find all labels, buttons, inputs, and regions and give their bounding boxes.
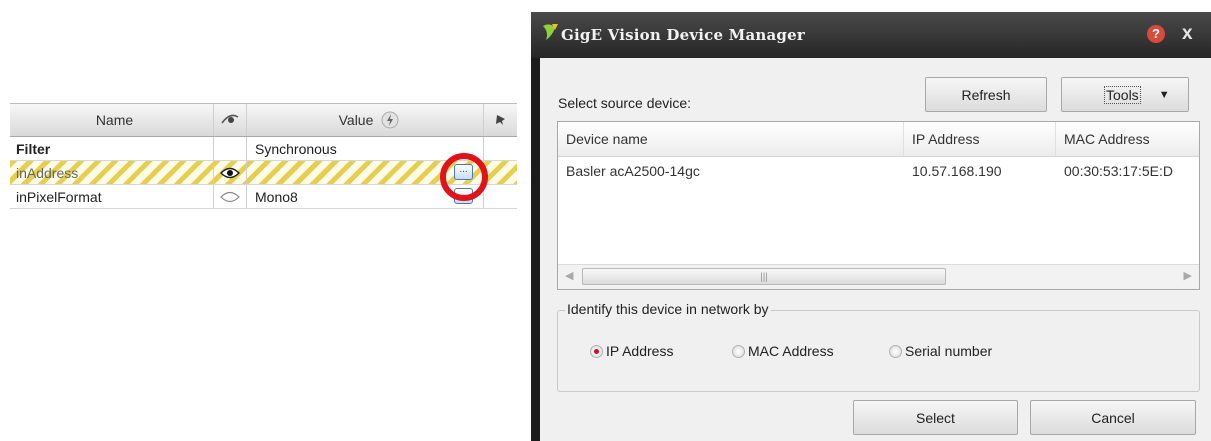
radio-mac-address[interactable]: MAC Address xyxy=(732,343,834,359)
radio-button-icon xyxy=(590,344,603,358)
row-name: inAddress xyxy=(16,164,79,181)
device-row[interactable]: Basler acA2500-14gc 10.57.168.190 00:30:… xyxy=(558,157,1199,185)
radio-button-icon xyxy=(889,344,902,358)
grid-row-inpixelformat[interactable]: inPixelFormat Mono8 ... xyxy=(10,185,517,209)
radio-label: MAC Address xyxy=(748,343,834,359)
column-header-name[interactable]: Name xyxy=(10,104,213,136)
close-icon[interactable]: x xyxy=(1182,23,1193,45)
lightning-icon xyxy=(381,111,399,129)
column-device-name[interactable]: Device name xyxy=(558,122,904,156)
row-name: inPixelFormat xyxy=(16,188,102,205)
eye-icon[interactable] xyxy=(213,104,246,136)
refresh-button[interactable]: Refresh xyxy=(925,77,1047,112)
device-ip: 10.57.168.190 xyxy=(912,163,1002,179)
grid-header: Name Value xyxy=(10,103,517,137)
property-grid: Name Value Filter Synchronous inAddress … xyxy=(10,103,517,209)
dialog-title: GigE Vision Device Manager xyxy=(561,26,805,44)
scroll-left-icon[interactable]: ◀ xyxy=(565,269,573,282)
column-header-name-label: Name xyxy=(95,112,134,128)
tools-label: Tools xyxy=(1104,85,1141,104)
column-mac-address[interactable]: MAC Address xyxy=(1056,122,1199,156)
pin-cell xyxy=(483,185,517,208)
tools-dropdown-button[interactable]: Tools ▼ xyxy=(1061,77,1189,112)
cancel-button[interactable]: Cancel xyxy=(1030,400,1196,435)
device-name: Basler acA2500-14gc xyxy=(566,163,700,179)
pin-icon[interactable] xyxy=(483,104,517,136)
grid-row-filter[interactable]: Filter Synchronous xyxy=(10,137,517,161)
column-header-value-label: Value xyxy=(338,112,374,128)
radio-ip-address[interactable]: IP Address xyxy=(590,343,673,359)
highlight-circle xyxy=(440,153,488,201)
horizontal-scrollbar[interactable]: ◀ ||| ▶ xyxy=(558,264,1199,289)
identify-legend: Identify this device in network by xyxy=(565,301,771,317)
help-icon[interactable]: ? xyxy=(1147,25,1165,43)
row-name: Filter xyxy=(16,140,51,157)
pin-cell xyxy=(483,161,517,184)
radio-label: IP Address xyxy=(606,343,674,359)
eye-hidden-icon[interactable] xyxy=(213,185,246,208)
device-manager-dialog: GigE Vision Device Manager ? x Select so… xyxy=(531,12,1211,441)
radio-serial-number[interactable]: Serial number xyxy=(889,343,992,359)
pin-cell xyxy=(483,137,517,160)
scroll-thumb[interactable]: ||| xyxy=(582,268,946,285)
radio-label: Serial number xyxy=(905,343,993,359)
column-ip-address[interactable]: IP Address xyxy=(904,122,1056,156)
column-header-value[interactable]: Value xyxy=(246,104,483,136)
identify-group: Identify this device in network by IP Ad… xyxy=(557,301,1200,392)
device-list-header: Device name IP Address MAC Address xyxy=(558,122,1199,157)
radio-button-icon xyxy=(732,344,745,358)
eye-visible-icon[interactable] xyxy=(213,161,246,184)
title-bar[interactable]: GigE Vision Device Manager ? x xyxy=(531,12,1211,58)
select-button[interactable]: Select xyxy=(853,400,1018,435)
chevron-down-icon: ▼ xyxy=(1158,88,1170,101)
row-value[interactable]: Synchronous xyxy=(246,137,483,160)
select-source-label: Select source device: xyxy=(558,95,692,111)
device-mac: 00:30:53:17:5E:D xyxy=(1064,163,1173,179)
device-list[interactable]: Device name IP Address MAC Address Basle… xyxy=(557,121,1200,290)
app-logo-icon xyxy=(540,22,560,47)
scroll-right-icon[interactable]: ▶ xyxy=(1184,269,1192,282)
dialog-body: Select source device: Refresh Tools ▼ De… xyxy=(540,58,1211,441)
visibility-cell xyxy=(213,137,246,160)
